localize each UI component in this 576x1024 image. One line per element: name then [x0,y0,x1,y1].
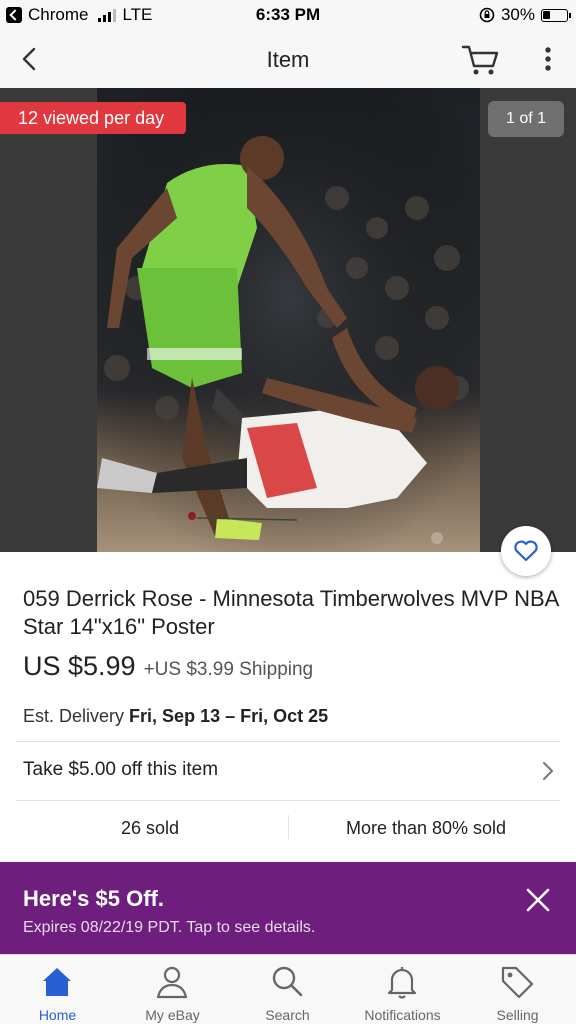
tab-label: Home [38,1007,77,1023]
sold-count: 26 sold [120,818,180,838]
close-icon[interactable] [522,884,554,916]
battery-percent: 30% [500,5,535,24]
chevron-right-icon [543,762,553,780]
image-gallery[interactable]: 12 viewed per day 1 of 1 [0,88,576,552]
tab-home[interactable]: Home [0,955,115,1024]
status-right: 30% [479,5,571,25]
search-icon [272,966,303,997]
estimated-delivery: Est. Delivery Fri, Sep 13 – Fri, Oct 25 [23,706,328,727]
app-header: Item [0,32,576,88]
tab-notifications[interactable]: Notifications [345,955,460,1024]
sold-stats: 26 sold More than 80% sold [0,800,576,856]
offer-label[interactable]: Take $5.00 off this item [23,759,218,781]
watch-button[interactable] [501,526,551,576]
battery-icon [541,8,571,22]
item-price: US $5.99 [23,651,136,681]
tab-label: Notifications [364,1007,441,1023]
cart-icon[interactable] [460,42,500,78]
image-counter: 1 of 1 [488,101,564,137]
shipping-cost: +US $3.99 Shipping [143,659,314,680]
price-row: US $5.99 +US $3.99 Shipping [23,651,313,682]
person-icon [156,966,188,999]
sold-percent: More than 80% sold [345,818,507,838]
tab-label: Search [265,1007,310,1023]
bottom-tab-bar: Home My eBay Search Notifications Sellin… [0,954,576,1024]
tab-label: Selling [496,1007,539,1023]
tag-icon [501,966,534,999]
status-bar: Chrome LTE 6:33 PM 30% [0,0,576,32]
promo-subtitle: Expires 08/22/19 PDT. Tap to see details… [23,919,316,936]
tab-my-ebay[interactable]: My eBay [115,955,230,1024]
tab-selling[interactable]: Selling [460,955,575,1024]
more-vertical-icon[interactable] [538,44,558,74]
product-photo[interactable] [97,88,480,552]
delivery-dates: Fri, Sep 13 – Fri, Oct 25 [129,706,329,726]
delivery-label: Est. Delivery [23,706,125,726]
bell-icon [387,967,417,999]
heart-icon [514,540,538,562]
offer-row[interactable]: Take $5.00 off this item [0,742,576,800]
orientation-lock-icon [479,7,495,23]
promo-banner[interactable]: Here's $5 Off. Expires 08/22/19 PDT. Tap… [0,862,576,954]
home-icon [43,968,71,996]
promo-title: Here's $5 Off. [23,886,164,911]
tab-search[interactable]: Search [230,955,345,1024]
tab-label: My eBay [145,1007,200,1023]
views-badge: 12 viewed per day [0,102,187,134]
item-title: 059 Derrick Rose - Minnesota Timberwolve… [23,586,559,639]
